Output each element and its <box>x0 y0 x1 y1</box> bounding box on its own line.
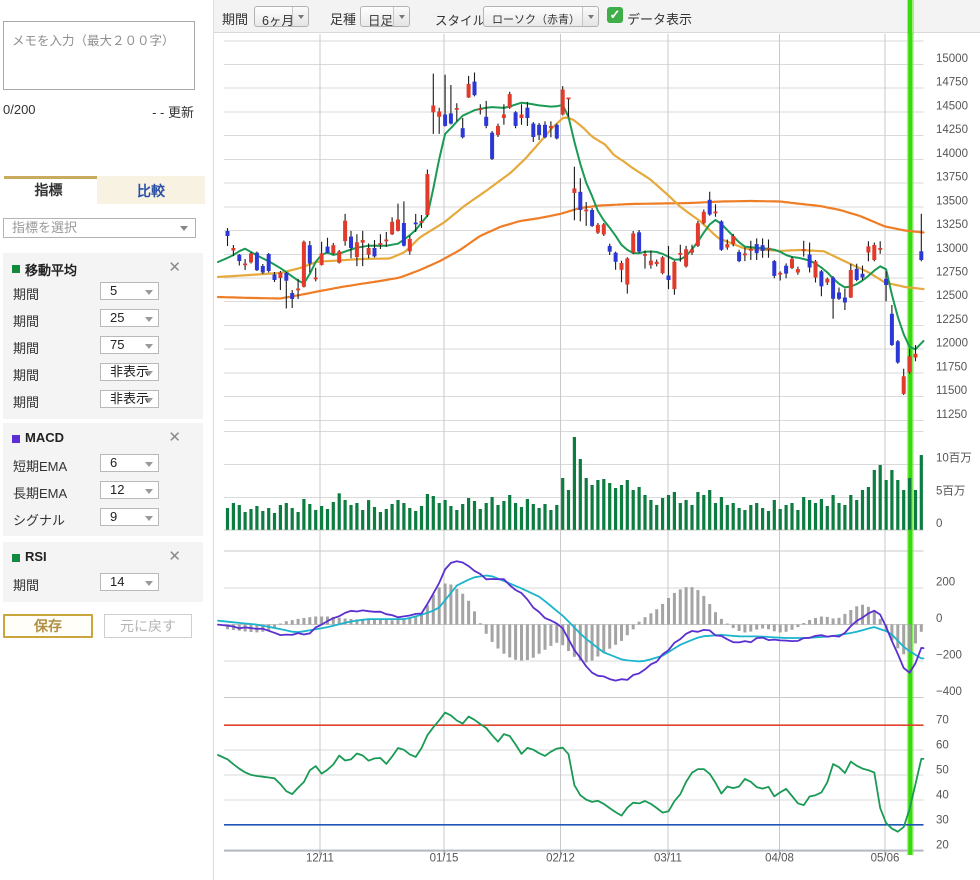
svg-text:14500: 14500 <box>936 100 968 112</box>
svg-text:12000: 12000 <box>936 338 968 350</box>
svg-text:11500: 11500 <box>936 385 967 397</box>
svg-text:14750: 14750 <box>936 77 968 89</box>
svg-text:0: 0 <box>936 518 942 530</box>
svg-text:50: 50 <box>936 765 949 777</box>
svg-text:11250: 11250 <box>936 409 967 421</box>
svg-text:−200: −200 <box>936 650 962 662</box>
svg-text:05/06: 05/06 <box>871 853 900 865</box>
svg-text:12/11: 12/11 <box>306 853 334 865</box>
svg-text:−400: −400 <box>936 686 962 698</box>
svg-text:04/08: 04/08 <box>765 853 794 865</box>
svg-text:40: 40 <box>936 789 949 801</box>
svg-text:11750: 11750 <box>936 361 967 373</box>
svg-text:15000: 15000 <box>936 53 968 65</box>
svg-text:12750: 12750 <box>936 266 968 278</box>
svg-text:02/12: 02/12 <box>546 853 575 865</box>
svg-text:14250: 14250 <box>936 124 968 136</box>
svg-text:13500: 13500 <box>936 195 968 207</box>
svg-text:14000: 14000 <box>936 148 968 160</box>
svg-text:13750: 13750 <box>936 172 968 184</box>
svg-text:30: 30 <box>936 814 949 826</box>
svg-text:0: 0 <box>936 613 942 625</box>
svg-text:200: 200 <box>936 576 955 588</box>
svg-text:5百万: 5百万 <box>936 486 965 498</box>
svg-text:70: 70 <box>936 715 949 727</box>
svg-text:10百万: 10百万 <box>936 452 972 464</box>
svg-text:12250: 12250 <box>936 314 968 326</box>
svg-text:60: 60 <box>936 740 949 752</box>
svg-text:12500: 12500 <box>936 290 968 302</box>
svg-text:20: 20 <box>936 839 949 851</box>
svg-text:03/11: 03/11 <box>654 853 682 865</box>
svg-text:13250: 13250 <box>936 219 968 231</box>
svg-text:13000: 13000 <box>936 243 968 255</box>
svg-text:01/15: 01/15 <box>430 853 459 865</box>
